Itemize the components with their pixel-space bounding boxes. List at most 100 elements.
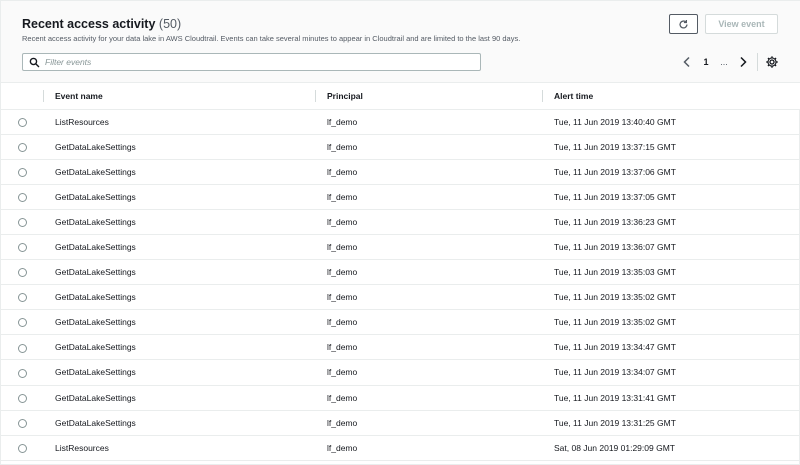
event-name-cell: GetDataLakeSettings	[43, 359, 315, 386]
column-header-event-name[interactable]: Event name	[43, 83, 315, 110]
principal-cell: lf_demo	[315, 159, 542, 185]
principal-cell: lf_demo	[315, 184, 542, 210]
chevron-right-icon[interactable]	[737, 56, 749, 68]
table-row[interactable]: GetDataLakeSettings lf_demo Tue, 11 Jun 20…	[1, 410, 800, 436]
row-radio-button[interactable]	[17, 192, 27, 202]
row-select-cell	[1, 334, 43, 361]
table-row[interactable]: GetDataLakeSettings lf_demo Tue, 11 Jun 20…	[1, 284, 800, 311]
row-radio-button[interactable]	[17, 293, 27, 303]
event-name-cell: ListResources	[43, 435, 315, 461]
event-name-cell: GetDataLakeSettings	[43, 209, 315, 235]
row-radio-button[interactable]	[17, 117, 27, 127]
principal-cell: lf_demo	[315, 334, 542, 361]
alert-time-cell: Tue, 11 Jun 2019 13:37:05 GMT	[542, 184, 800, 210]
principal-cell: lf_demo	[315, 259, 542, 286]
alert-time-cell: Tue, 11 Jun 2019 13:37:15 GMT	[542, 134, 800, 160]
title-text: Recent access activity	[22, 17, 156, 31]
alert-time-cell: Tue, 11 Jun 2019 13:34:07 GMT	[542, 359, 800, 386]
table-row[interactable]: ListResources lf_demo Sat, 08 Jun 2019 01:…	[1, 435, 800, 461]
table-row[interactable]: ListResources lf_demo Tue, 11 Jun 2019 13:…	[1, 109, 800, 135]
principal-cell: lf_demo	[315, 109, 542, 135]
event-name-cell: GetDataLakeSettings	[43, 410, 315, 436]
row-radio-button[interactable]	[17, 393, 27, 403]
row-select-cell	[1, 259, 43, 286]
principal-cell: lf_demo	[315, 284, 542, 311]
search-icon	[29, 57, 40, 68]
column-header-principal[interactable]: Principal	[315, 83, 542, 110]
table-row[interactable]: GetDataLakeSettings lf_demo Tue, 11 Jun 20…	[1, 234, 800, 261]
alert-time-cell: Tue, 11 Jun 2019 13:35:02 GMT	[542, 284, 800, 311]
row-select-cell	[1, 109, 43, 135]
event-name-cell: ListResources	[43, 109, 315, 135]
table-row[interactable]: GetDataLakeSettings lf_demo Tue, 11 Jun 20…	[1, 209, 800, 235]
filter-events-input[interactable]	[45, 54, 475, 70]
row-select-cell	[1, 184, 43, 210]
table-header-row: Event name Principal Alert time	[1, 83, 800, 110]
row-radio-button[interactable]	[17, 243, 27, 253]
event-name-cell: GetDataLakeSettings	[43, 134, 315, 160]
row-radio-button[interactable]	[17, 167, 27, 177]
row-select-cell	[1, 159, 43, 185]
row-radio-button[interactable]	[17, 343, 27, 353]
alert-time-cell: Tue, 11 Jun 2019 13:36:23 GMT	[542, 209, 800, 235]
alert-time-cell: Sat, 08 Jun 2019 01:29:09 GMT	[542, 435, 800, 461]
table-row[interactable]: GetDataLakeSettings lf_demo Tue, 11 Jun 20…	[1, 385, 800, 411]
alert-time-cell: Tue, 11 Jun 2019 13:35:02 GMT	[542, 309, 800, 336]
gear-icon[interactable]	[765, 55, 779, 69]
event-name-cell: GetDataLakeSettings	[43, 259, 315, 286]
row-radio-button[interactable]	[17, 218, 27, 228]
row-radio-button[interactable]	[17, 443, 27, 453]
event-name-cell: GetDataLakeSettings	[43, 334, 315, 361]
page-number-1[interactable]: 1	[701, 56, 711, 68]
row-select-cell	[1, 234, 43, 261]
refresh-icon	[679, 19, 688, 29]
principal-cell: lf_demo	[315, 309, 542, 336]
event-name-cell: GetDataLakeSettings	[43, 159, 315, 185]
principal-cell: lf_demo	[315, 435, 542, 461]
principal-cell: lf_demo	[315, 234, 542, 261]
table-row[interactable]: GetDataLakeSettings lf_demo Tue, 11 Jun 20…	[1, 184, 800, 210]
alert-time-cell: Tue, 11 Jun 2019 13:37:06 GMT	[542, 159, 800, 185]
filter-events-search	[22, 53, 481, 71]
column-header-alert-time[interactable]: Alert time	[542, 83, 800, 110]
principal-cell: lf_demo	[315, 385, 542, 411]
select-column-header	[1, 83, 43, 110]
table-row[interactable]: GetDataLakeSettings lf_demo Tue, 11 Jun 20…	[1, 259, 800, 286]
events-table-body: ListResources lf_demo Tue, 11 Jun 2019 13:…	[1, 109, 800, 461]
row-radio-button[interactable]	[17, 368, 27, 378]
alert-time-cell: Tue, 11 Jun 2019 13:31:41 GMT	[542, 385, 800, 411]
page-ellipsis: ...	[720, 57, 728, 67]
principal-cell: lf_demo	[315, 209, 542, 235]
event-name-cell: GetDataLakeSettings	[43, 184, 315, 210]
table-row[interactable]: GetDataLakeSettings lf_demo Tue, 11 Jun 20…	[1, 309, 800, 336]
pagination-divider	[757, 53, 758, 71]
event-name-cell: GetDataLakeSettings	[43, 234, 315, 261]
alert-time-cell: Tue, 11 Jun 2019 13:35:03 GMT	[542, 259, 800, 286]
view-event-button[interactable]: View event	[705, 14, 778, 34]
row-radio-button[interactable]	[17, 318, 27, 328]
principal-cell: lf_demo	[315, 134, 542, 160]
table-row[interactable]: GetDataLakeSettings lf_demo Tue, 11 Jun 20…	[1, 134, 800, 160]
alert-time-cell: Tue, 11 Jun 2019 13:40:40 GMT	[542, 109, 800, 135]
panel-header: Recent access activity (50) Recent acces…	[1, 1, 800, 83]
chevron-left-icon[interactable]	[681, 56, 693, 68]
row-select-cell	[1, 385, 43, 411]
table-row[interactable]: GetDataLakeSettings lf_demo Tue, 11 Jun 20…	[1, 334, 800, 361]
alert-time-cell: Tue, 11 Jun 2019 13:36:07 GMT	[542, 234, 800, 261]
event-count: (50)	[158, 17, 182, 31]
row-select-cell	[1, 410, 43, 436]
table-row[interactable]: GetDataLakeSettings lf_demo Tue, 11 Jun 20…	[1, 159, 800, 185]
refresh-button[interactable]	[669, 14, 698, 34]
alert-time-cell: Tue, 11 Jun 2019 13:34:47 GMT	[542, 334, 800, 361]
recent-access-activity-panel: Recent access activity (50) Recent acces…	[0, 0, 800, 465]
row-radio-button[interactable]	[17, 268, 27, 278]
row-select-cell	[1, 359, 43, 386]
event-name-cell: GetDataLakeSettings	[43, 309, 315, 336]
row-select-cell	[1, 134, 43, 160]
table-row[interactable]: GetDataLakeSettings lf_demo Tue, 11 Jun 20…	[1, 359, 800, 386]
row-radio-button[interactable]	[17, 418, 27, 428]
event-name-cell: GetDataLakeSettings	[43, 284, 315, 311]
principal-cell: lf_demo	[315, 410, 542, 436]
events-table: Event name Principal Alert time ListReso…	[1, 83, 800, 461]
row-radio-button[interactable]	[17, 142, 27, 152]
